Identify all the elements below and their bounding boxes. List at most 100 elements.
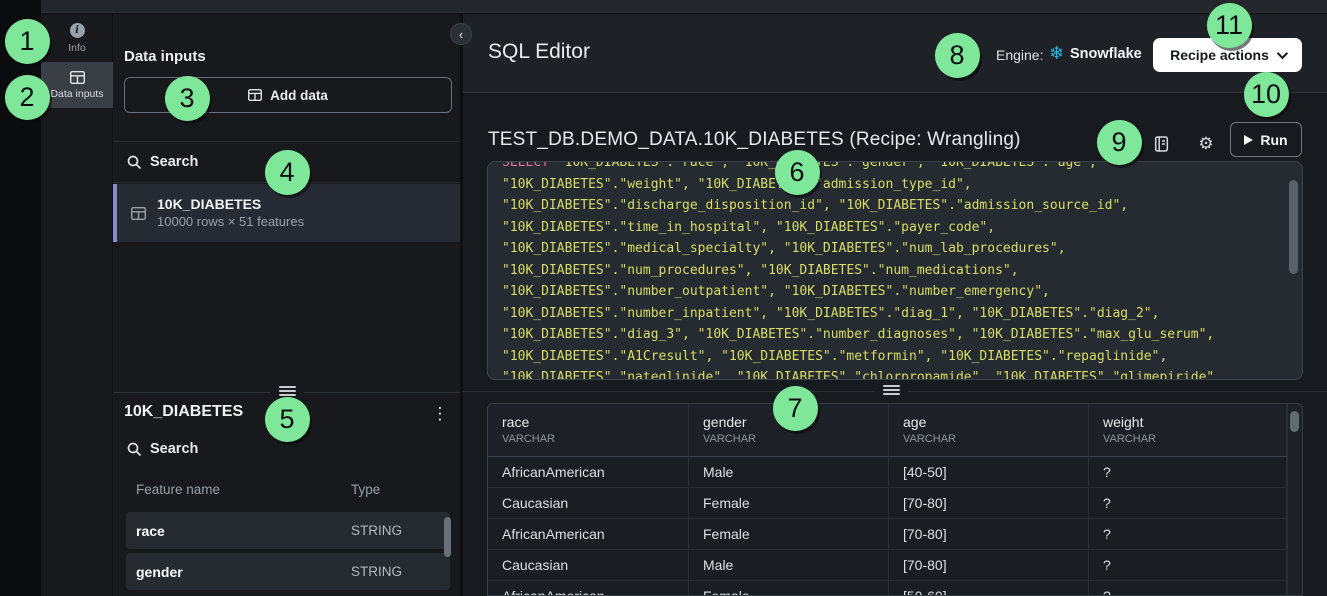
type-header: Type: [351, 482, 380, 497]
feature-type-cell: STRING: [351, 564, 402, 579]
dataset-search-input[interactable]: Search: [113, 142, 460, 183]
recipe-actions-label: Recipe actions: [1170, 47, 1269, 63]
sql-code: SELECT "10K_DIABETES"."race", "10K_DIABE…: [488, 161, 1302, 380]
table-cell: [50-60]: [889, 581, 1089, 596]
sidebar-item-data-inputs[interactable]: Data inputs: [41, 62, 113, 108]
sql-line: "10K_DIABETES"."medical_specialty", "10K…: [502, 238, 1288, 260]
add-data-label: Add data: [270, 88, 328, 103]
dataset-name: 10K_DIABETES: [157, 196, 304, 213]
table-row: AfricanAmericanFemale[50-60]?: [488, 581, 1302, 596]
top-bar: [41, 0, 1327, 13]
engine-name: Snowflake: [1070, 46, 1142, 62]
feature-list: raceSTRING gender STRING: [126, 512, 450, 590]
table-cell: AfricanAmerican: [488, 457, 689, 487]
dataset-meta: 10000 rows × 51 features: [157, 213, 304, 230]
feature-name-cell: gender: [136, 564, 183, 580]
table-row: AfricanAmericanFemale[70-80]?: [488, 519, 1302, 550]
column-header-gender: genderVARCHAR: [689, 404, 889, 456]
schema-search-input[interactable]: Search: [113, 432, 460, 466]
table-cell: [70-80]: [889, 550, 1089, 580]
sidebar-item-info[interactable]: i Info: [41, 14, 113, 62]
table-cell: ?: [1089, 457, 1287, 487]
add-data-button[interactable]: Add data: [124, 77, 452, 113]
table-cell: [40-50]: [889, 457, 1089, 487]
table-cell: AfricanAmerican: [488, 519, 689, 549]
recipe-actions-button[interactable]: Recipe actions: [1153, 38, 1302, 72]
column-header-age: ageVARCHAR: [889, 404, 1089, 456]
dataset-list-item[interactable]: 10K_DIABETES 10000 rows × 51 features: [113, 184, 460, 242]
sql-code-editor[interactable]: SELECT "10K_DIABETES"."race", "10K_DIABE…: [487, 161, 1303, 380]
recipe-title: TEST_DB.DEMO_DATA.10K_DIABETES (Recipe: …: [488, 129, 1021, 151]
table-cell: ?: [1089, 488, 1287, 518]
sql-line: "10K_DIABETES"."time_in_hospital", "10K_…: [502, 217, 1288, 239]
kebab-icon: ⋮: [432, 404, 449, 424]
table-cell: ?: [1089, 519, 1287, 549]
sql-line: "10K_DIABETES"."number_inpatient", "10K_…: [502, 303, 1288, 325]
schema-scrollbar-thumb[interactable]: [444, 517, 451, 557]
table-row: CaucasianFemale[70-80]?: [488, 488, 1302, 519]
sql-keyword: SELECT: [502, 161, 557, 170]
sql-line: "10K_DIABETES"."diag_3", "10K_DIABETES".…: [502, 324, 1288, 346]
results-header: raceVARCHARgenderVARCHARageVARCHARweight…: [488, 404, 1302, 457]
sidebar-item-label: Data inputs: [50, 88, 103, 100]
feature-type-cell: STRING: [351, 523, 402, 538]
table-cell: ?: [1089, 550, 1287, 580]
table-cell: Female: [689, 488, 889, 518]
search-placeholder: Search: [150, 441, 198, 457]
feature-table-header: Feature name Type: [136, 482, 446, 497]
sql-line: "10K_DIABETES"."A1Cresult", "10K_DIABETE…: [502, 346, 1288, 368]
table-cell: Male: [689, 457, 889, 487]
add-data-grid-icon: [248, 89, 262, 101]
results-scrollbar-thumb[interactable]: [1290, 411, 1299, 432]
sql-line: "10K_DIABETES"."discharge_disposition_id…: [502, 195, 1288, 217]
table-cell: Female: [689, 581, 889, 596]
sql-line: "10K_DIABETES"."num_procedures", "10K_DI…: [502, 260, 1288, 282]
notebook-button[interactable]: [1147, 131, 1175, 157]
table-cell: ?: [1089, 581, 1287, 596]
panel-title: Data inputs: [124, 48, 206, 65]
gear-icon: ⚙: [1198, 134, 1213, 154]
notebook-icon: [1154, 136, 1169, 152]
data-inputs-panel: Data inputs Add data Search 10K_DIABETES…: [113, 14, 460, 596]
snowflake-icon: ❄: [1049, 43, 1064, 64]
code-scrollbar-thumb[interactable]: [1289, 180, 1298, 274]
icon-rail: i Info Data inputs: [41, 14, 113, 596]
feature-row-race[interactable]: raceSTRING: [126, 512, 450, 549]
schema-panel-title: 10K_DIABETES: [124, 403, 243, 421]
table-cell: [70-80]: [889, 519, 1089, 549]
run-button[interactable]: Run: [1230, 122, 1302, 157]
schema-menu-button[interactable]: ⋮: [427, 402, 453, 426]
table-cell: Caucasian: [488, 550, 689, 580]
sql-editor-main: SQL Editor Engine: ❄ Snowflake Recipe ac…: [463, 14, 1327, 596]
chevron-left-icon: ‹: [459, 27, 463, 42]
search-icon: [127, 442, 141, 456]
search-placeholder: Search: [150, 154, 198, 170]
panel-resize-handle[interactable]: [271, 383, 304, 399]
engine-label: Engine:: [996, 47, 1043, 63]
table-cell: Male: [689, 550, 889, 580]
play-icon: [1244, 135, 1253, 145]
feature-row-gender[interactable]: gender STRING: [126, 553, 450, 590]
results-table: raceVARCHARgenderVARCHARageVARCHARweight…: [487, 403, 1303, 596]
settings-button[interactable]: ⚙: [1192, 131, 1220, 157]
dataset-grid-icon: [131, 207, 146, 220]
feature-name-header: Feature name: [136, 482, 220, 497]
table-cell: Female: [689, 519, 889, 549]
table-grid-icon: [70, 71, 85, 84]
sidebar-item-label: Info: [68, 42, 86, 54]
sql-line: "10K_DIABETES"."number_outpatient", "10K…: [502, 281, 1288, 303]
table-row: AfricanAmericanMale[40-50]?: [488, 457, 1302, 488]
search-icon: [127, 155, 141, 169]
sql-editor-header: SQL Editor Engine: ❄ Snowflake Recipe ac…: [463, 14, 1327, 93]
table-cell: AfricanAmerican: [488, 581, 689, 596]
column-header-race: raceVARCHAR: [488, 404, 689, 456]
results-scrollbar-track: [1287, 404, 1302, 596]
collapse-panel-button[interactable]: ‹: [450, 23, 472, 45]
sql-line: SELECT "10K_DIABETES"."race", "10K_DIABE…: [502, 161, 1288, 174]
run-label: Run: [1260, 132, 1287, 148]
sql-line: "10K_DIABETES"."nateglinide", "10K_DIABE…: [502, 367, 1288, 380]
info-icon: i: [70, 23, 85, 38]
results-resize-handle[interactable]: [875, 382, 908, 398]
page-title: SQL Editor: [488, 40, 590, 64]
column-header-weight: weightVARCHAR: [1089, 404, 1287, 456]
